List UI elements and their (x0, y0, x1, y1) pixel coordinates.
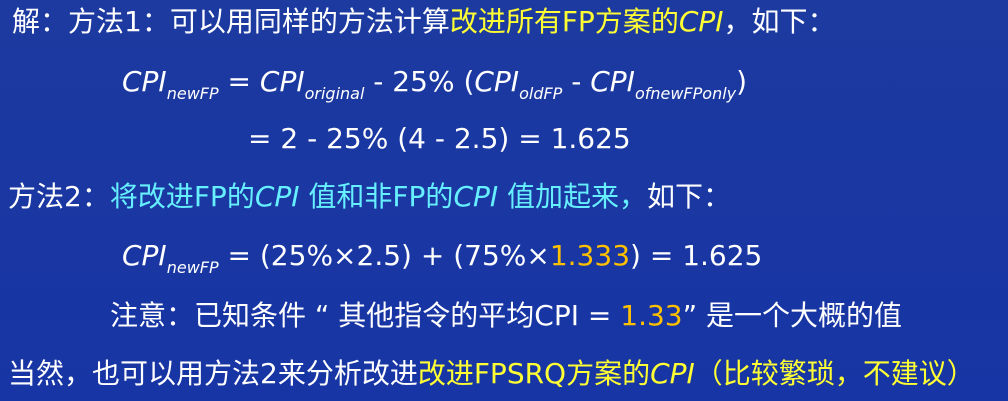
closing-line: 当然，也可以用方法2来分析改进改进FPSRQ方案的CPI（比较繁琐，不建议） (8, 360, 975, 388)
line4-suffix: 如下： (647, 180, 732, 213)
formula2-orange: 1.333 (549, 239, 631, 272)
line4-hl1: 将改进FP的 (109, 180, 255, 213)
line4-cpi1: CPI (254, 180, 300, 213)
formula2-cpi: CPI (122, 239, 167, 272)
formula-method1-result: = 2 - 25% (4 - 2.5) = 1.625 (248, 125, 631, 153)
note-prefix: 注意：已知条件 “ 其他指令的平均CPI = (110, 299, 621, 332)
line4-cpi2: CPI (453, 180, 499, 213)
formula-cpi-original: CPI (259, 65, 305, 98)
formula-sub-newfp: newFP (166, 84, 219, 103)
line1-prefix: 解：方法1：可以用同样的方法计算 (12, 5, 450, 38)
line-method1-intro: 解：方法1：可以用同样的方法计算改进所有FP方案的CPI，如下： (12, 8, 836, 36)
formula-mid: - 25% ( (364, 65, 475, 98)
formula2-mid: = (25%×2.5) + (75%× (218, 239, 550, 272)
formula2-sub: newFP (166, 258, 219, 277)
formula2-end: ) = 1.625 (630, 239, 763, 272)
result-text: = 2 - 25% (4 - 2.5) = 1.625 (248, 122, 631, 155)
note-line: 注意：已知条件 “ 其他指令的平均CPI = 1.33” 是一个大概的值 (110, 302, 902, 330)
formula-eq: = (218, 65, 260, 98)
formula-sub-ofnewfponly: ofnewFPonly (634, 84, 737, 103)
line4-hl2: 值和非FP的 (299, 180, 454, 213)
line7-prefix: 当然，也可以用方法2来分析改进 (8, 357, 418, 390)
formula-method2: CPInewFP = (25%×2.5) + (75%×1.333) = 1.6… (122, 242, 762, 276)
line7-highlight: 改进FPSRQ方案的 (417, 357, 651, 390)
line1-cpi: CPI (678, 5, 724, 38)
formula-method1: CPInewFP = CPIoriginal - 25% (CPIoldFP -… (122, 68, 747, 102)
line1-highlight: 改进所有FP方案的 (449, 5, 679, 38)
formula-minus: - (562, 65, 591, 98)
line-method2-intro: 方法2：将改进FP的CPI 值和非FP的CPI 值加起来，如下： (8, 183, 731, 211)
note-orange: 1.33 (620, 299, 683, 332)
formula-cpi-newfp: CPI (122, 65, 167, 98)
formula-cpi-ofnewfponly: CPI (590, 65, 635, 98)
line7-cpi: CPI (650, 357, 695, 390)
formula-cpi-oldfp: CPI (474, 65, 520, 98)
line1-suffix: ，如下： (723, 5, 836, 38)
formula-close: ) (736, 65, 748, 98)
formula-sub-original: original (304, 84, 365, 103)
note-suffix: ” 是一个大概的值 (682, 299, 903, 332)
formula-sub-oldfp: oldFP (519, 84, 563, 103)
line4-prefix: 方法2： (8, 180, 110, 213)
line4-hl3: 值加起来， (498, 180, 648, 213)
line7-suffix: （比较繁琐，不建议） (694, 357, 975, 390)
